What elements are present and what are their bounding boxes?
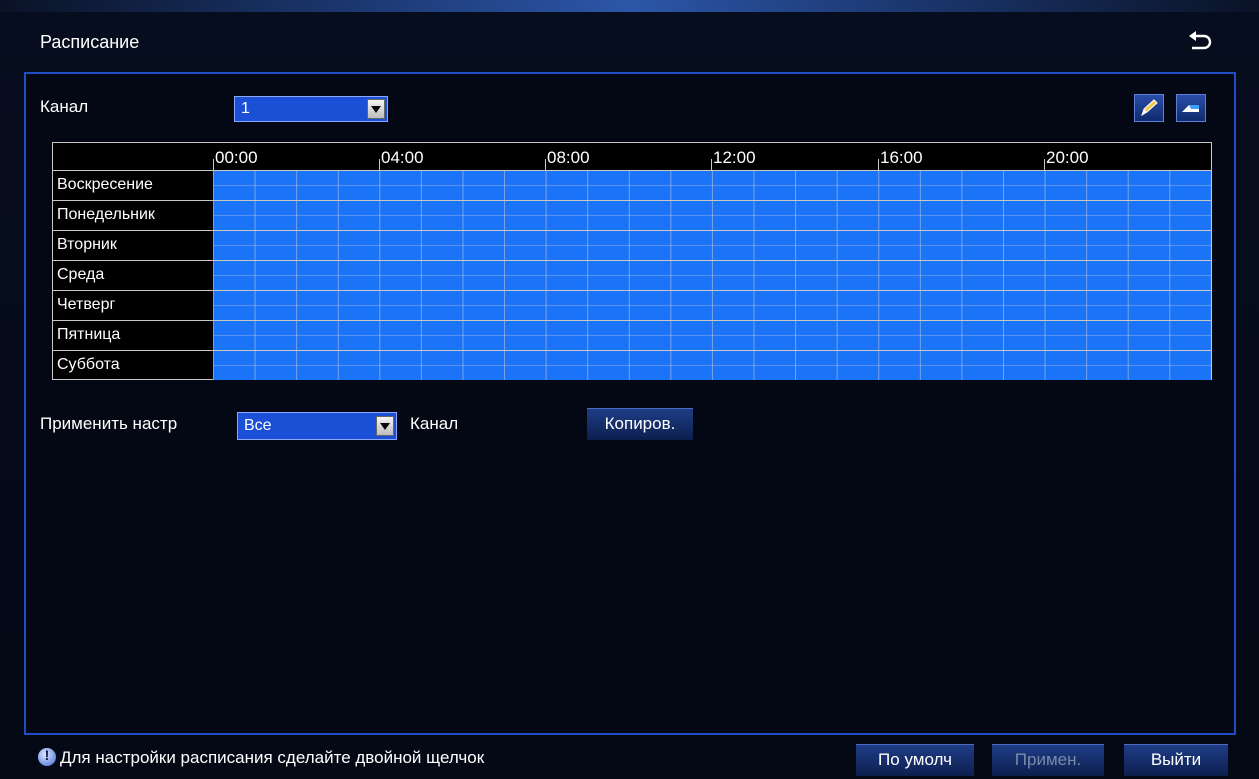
window-title: Расписание (40, 32, 140, 52)
apply-channel-select[interactable]: Все (237, 412, 397, 440)
day-row-friday[interactable] (213, 320, 1211, 350)
default-button[interactable]: По умолч (856, 744, 974, 776)
day-row-saturday[interactable] (213, 350, 1211, 380)
day-row-monday[interactable] (213, 200, 1211, 230)
hour-label-0800: 08:00 (547, 148, 590, 167)
apply-settings-label: Применить настр (40, 414, 178, 433)
edit-button[interactable] (1134, 94, 1164, 122)
hour-label-1600: 16:00 (880, 148, 923, 167)
day-row-sunday[interactable] (213, 170, 1211, 200)
eraser-icon (1182, 105, 1199, 112)
info-icon (38, 747, 56, 766)
channel-select[interactable]: 1 (234, 96, 388, 122)
exit-button[interactable]: Выйти (1124, 744, 1228, 776)
day-label-monday: Понедельник (53, 200, 213, 230)
channel-select-value: 1 (241, 100, 250, 117)
day-label-thursday: Четверг (53, 290, 213, 320)
day-row-wednesday[interactable] (213, 260, 1211, 290)
hour-label-2000: 20:00 (1046, 148, 1089, 167)
day-label-sunday: Воскресение (53, 170, 213, 200)
chevron-down-icon (367, 99, 385, 119)
day-label-friday: Пятница (53, 320, 213, 350)
pencil-icon (1141, 99, 1158, 117)
apply-channel-label: Канал (410, 414, 459, 433)
channel-label: Канал (40, 97, 89, 116)
day-label-saturday: Суббота (53, 350, 213, 380)
apply-channel-select-value: Все (244, 417, 272, 434)
hour-label-0000: 00:00 (215, 148, 258, 167)
day-row-thursday[interactable] (213, 290, 1211, 320)
schedule-window: Расписание Канал 1 00:00 04:00 08:00 12:… (0, 0, 1259, 779)
hour-label-1200: 12:00 (713, 148, 756, 167)
undo-arrow-icon[interactable] (1186, 30, 1212, 54)
erase-button[interactable] (1176, 94, 1206, 122)
day-label-wednesday: Среда (53, 260, 213, 290)
chevron-down-icon (376, 416, 394, 436)
day-row-tuesday[interactable] (213, 230, 1211, 260)
copy-button[interactable]: Копиров. (587, 408, 693, 440)
top-decor-strip (0, 0, 1259, 12)
hint-text: Для настройки расписания сделайте двойно… (60, 748, 485, 767)
apply-button[interactable]: Примен. (992, 744, 1104, 776)
schedule-grid: 00:00 04:00 08:00 12:00 16:00 20:00 Воск… (52, 142, 1212, 380)
hour-label-0400: 04:00 (381, 148, 424, 167)
day-label-tuesday: Вторник (53, 230, 213, 260)
